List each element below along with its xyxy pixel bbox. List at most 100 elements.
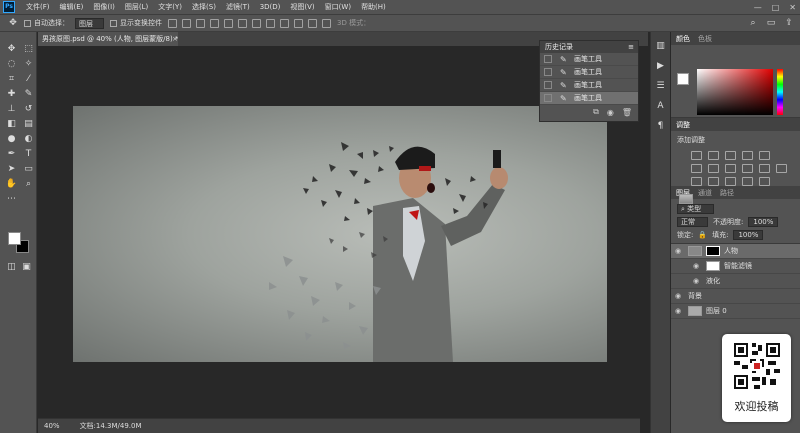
history-source-box[interactable]	[544, 55, 552, 63]
properties-icon[interactable]: ☰	[655, 80, 667, 92]
selective-color-icon[interactable]	[759, 177, 770, 186]
layer-filter-dropdown[interactable]: ⌕ 类型	[677, 203, 715, 214]
auto-select-dropdown[interactable]: 图层	[75, 17, 104, 29]
distribute-vcenter-icon[interactable]	[266, 18, 275, 28]
healing-brush-icon[interactable]: ✚	[5, 89, 18, 100]
type-icon[interactable]: T	[22, 149, 35, 160]
more-tools-icon[interactable]: ⋯	[5, 194, 18, 205]
history-source-box[interactable]	[544, 68, 552, 76]
foreground-color-swatch[interactable]	[8, 232, 21, 245]
show-transform-checkbox[interactable]: 显示变换控件	[110, 18, 162, 28]
magic-wand-icon[interactable]: ✧	[22, 59, 35, 70]
paragraph-icon[interactable]: ¶	[655, 120, 667, 132]
layer-row[interactable]: ◉ 液化	[671, 274, 800, 289]
menu-edit[interactable]: 编辑(E)	[55, 2, 89, 12]
history-source-box[interactable]	[544, 81, 552, 89]
black-white-icon[interactable]	[725, 164, 736, 173]
document-tab[interactable]: 男孩原图.psd @ 40% (人物, 图层蒙版/8) *	[38, 32, 178, 46]
levels-icon[interactable]	[708, 151, 719, 160]
maximize-button[interactable]: □	[772, 3, 780, 12]
layer-row[interactable]: ◉ 背景	[671, 194, 800, 304]
hue-saturation-icon[interactable]	[691, 164, 702, 173]
photo-filter-icon[interactable]	[742, 164, 753, 173]
history-item[interactable]: ✎ 画笔工具	[540, 66, 638, 79]
history-item-active[interactable]: ✎ 画笔工具	[540, 92, 638, 105]
tab-paths[interactable]: 路径	[720, 188, 734, 198]
menu-select[interactable]: 选择(S)	[187, 2, 221, 12]
distribute-bottom-icon[interactable]	[280, 18, 289, 28]
align-bottom-icon[interactable]	[196, 18, 205, 28]
history-panel-icon[interactable]: ▥	[655, 40, 667, 52]
posterize-icon[interactable]	[708, 177, 719, 186]
distribute-hcenter-icon[interactable]	[308, 18, 317, 28]
color-lookup-icon[interactable]	[776, 164, 787, 173]
screen-mode-icon[interactable]: ▣	[20, 262, 33, 273]
align-left-icon[interactable]	[210, 18, 219, 28]
opacity-input[interactable]: 100%	[748, 216, 779, 227]
history-item[interactable]: ✎ 画笔工具	[540, 79, 638, 92]
eye-icon[interactable]: ◉	[693, 262, 702, 270]
close-button[interactable]: ✕	[789, 3, 796, 12]
layer-row[interactable]: ◉ 智能滤镜	[671, 259, 800, 274]
zoom-icon[interactable]: ⌕	[22, 179, 35, 190]
tab-channels[interactable]: 通道	[698, 188, 712, 198]
distribute-right-icon[interactable]	[322, 18, 331, 28]
eye-icon[interactable]: ◉	[675, 247, 684, 255]
blur-icon[interactable]: ●	[5, 134, 18, 145]
align-hcenter-icon[interactable]	[224, 18, 233, 28]
eye-icon[interactable]: ◉	[675, 292, 684, 300]
align-top-icon[interactable]	[168, 18, 177, 28]
curves-icon[interactable]	[725, 151, 736, 160]
brush-icon[interactable]: ✎	[22, 89, 35, 100]
hand-icon[interactable]: ✋	[5, 179, 18, 190]
panel-menu-icon[interactable]: ≡	[628, 41, 634, 53]
rectangle-icon[interactable]: ▭	[22, 164, 35, 175]
align-vcenter-icon[interactable]	[182, 18, 191, 28]
channel-mixer-icon[interactable]	[759, 164, 770, 173]
dodge-icon[interactable]: ◐	[22, 134, 35, 145]
gradient-map-icon[interactable]	[742, 177, 753, 186]
panel-foreground-swatch[interactable]	[677, 73, 689, 85]
layer-mask-thumbnail[interactable]	[706, 246, 720, 256]
move-tool-icon[interactable]: ✥	[8, 18, 18, 28]
distribute-left-icon[interactable]	[294, 18, 303, 28]
history-brush-icon[interactable]: ↺	[22, 104, 35, 115]
marquee-icon[interactable]: ⬚	[22, 44, 35, 55]
history-item[interactable]: ✎ 画笔工具	[540, 53, 638, 66]
tab-color[interactable]: 颜色	[676, 34, 690, 44]
path-selection-icon[interactable]: ➤	[5, 164, 18, 175]
menu-type[interactable]: 文字(Y)	[153, 2, 187, 12]
layer-row[interactable]: ◉ 人物	[671, 244, 800, 259]
hue-slider[interactable]	[777, 69, 783, 115]
snapshot-icon[interactable]: ◉	[607, 108, 614, 117]
color-balance-icon[interactable]	[708, 164, 719, 173]
eye-icon[interactable]: ◉	[693, 277, 702, 285]
new-document-from-state-icon[interactable]: ⧉	[593, 107, 599, 117]
menu-window[interactable]: 窗口(W)	[320, 2, 356, 12]
fill-input[interactable]: 100%	[733, 229, 764, 240]
lasso-icon[interactable]: ◌	[5, 59, 18, 70]
quick-mask-icon[interactable]: ◫	[5, 262, 18, 273]
crop-icon[interactable]: ⌗	[5, 74, 18, 85]
eye-icon[interactable]: ◉	[675, 307, 684, 315]
close-tab-icon[interactable]: ×	[172, 32, 178, 46]
actions-icon[interactable]: ▶	[655, 60, 667, 72]
share-icon[interactable]: ⇪	[784, 18, 794, 28]
distribute-top-icon[interactable]	[252, 18, 261, 28]
blend-mode-dropdown[interactable]: 正常	[677, 216, 708, 227]
document-canvas[interactable]	[73, 106, 607, 362]
minimize-button[interactable]: —	[754, 3, 762, 12]
menu-view[interactable]: 视图(V)	[285, 2, 319, 12]
tab-swatches[interactable]: 色板	[698, 34, 712, 44]
lock-icon[interactable]: 🔒	[698, 231, 707, 239]
search-icon[interactable]: ⌕	[748, 18, 758, 28]
color-picker-field[interactable]	[697, 69, 773, 115]
delete-icon[interactable]: 🗑	[622, 108, 632, 117]
threshold-icon[interactable]	[725, 177, 736, 186]
menu-file[interactable]: 文件(F)	[21, 2, 55, 12]
color-swatches[interactable]	[8, 232, 30, 254]
clone-stamp-icon[interactable]: ⊥	[5, 104, 18, 115]
exposure-icon[interactable]	[742, 151, 753, 160]
layer-row[interactable]: ◉ 图层 0	[671, 304, 800, 319]
vibrance-icon[interactable]	[759, 151, 770, 160]
